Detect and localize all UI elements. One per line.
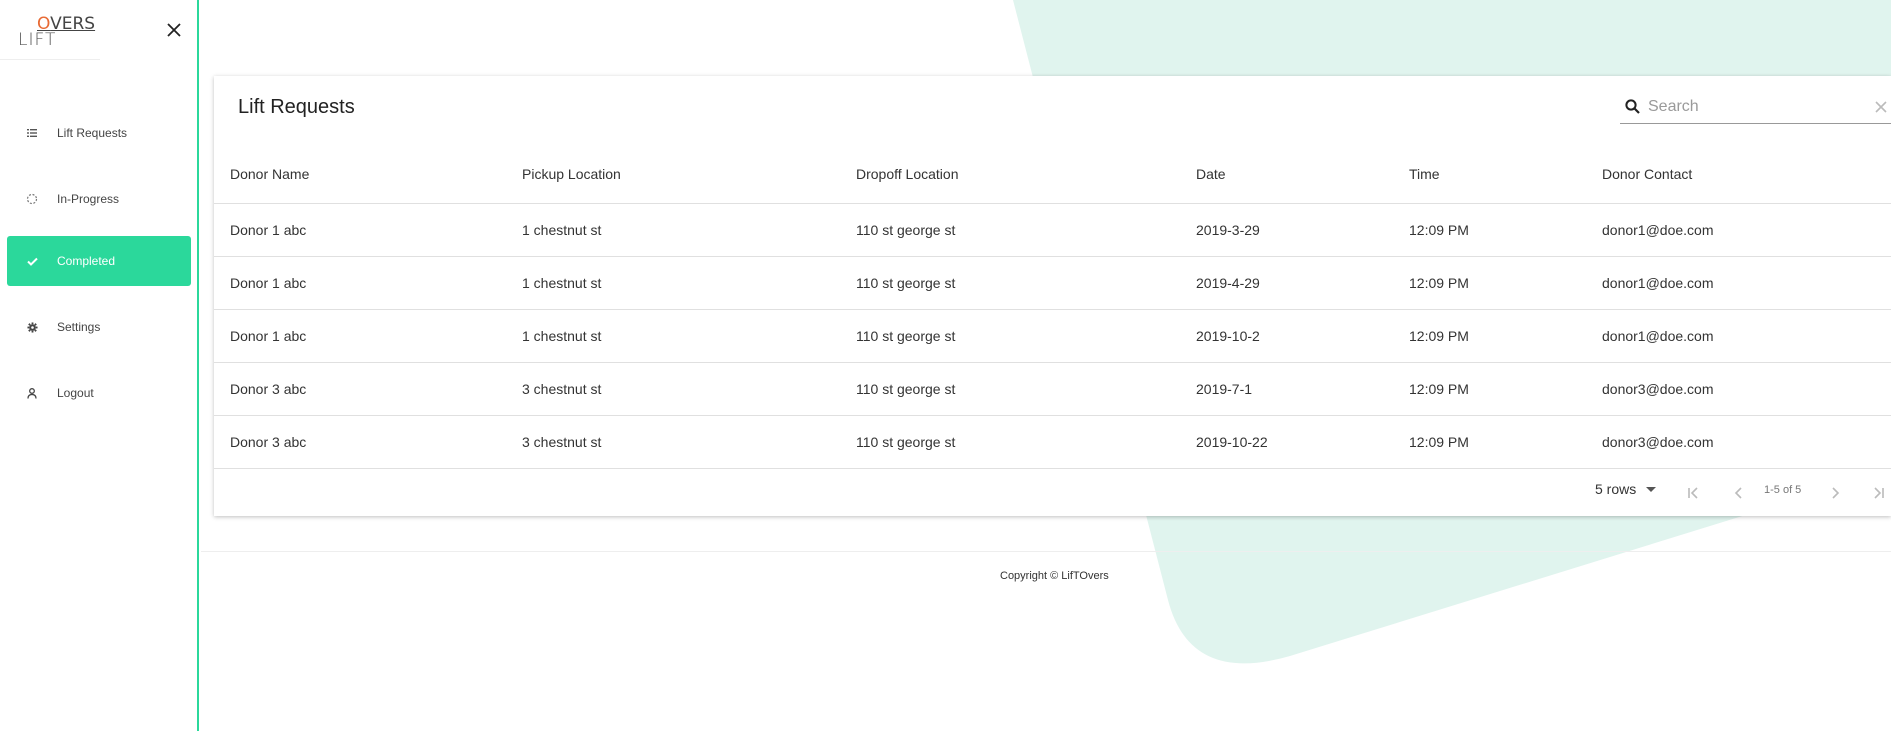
caret-down-icon [1646,486,1657,492]
cell-date: 2019-7-1 [1180,362,1393,416]
cell-time: 12:09 PM [1393,203,1586,257]
cell-donor-name: Donor 1 abc [214,203,506,257]
cell-donor-name: Donor 1 abc [214,256,506,310]
sidebar-item-settings[interactable]: Settings [7,302,191,352]
rows-per-page-select[interactable]: 5 rows [1595,481,1657,497]
cell-pickup-location: 3 chestnut st [506,362,840,416]
cell-donor-contact: donor1@doe.com [1586,309,1891,363]
gear-icon [25,320,39,334]
close-icon [167,23,181,37]
logo-o: O [37,14,51,34]
first-page-icon[interactable] [1683,483,1703,503]
sidebar-item-label: Completed [57,254,116,268]
sidebar-item-label: Settings [57,320,101,334]
next-page-icon[interactable] [1825,483,1845,503]
lift-requests-card: Lift Requests Donor Name Pickup Location… [214,76,1891,516]
clear-search-icon[interactable] [1872,98,1890,116]
sidebar-item-label: Lift Requests [57,126,128,140]
cell-pickup-location: 1 chestnut st [506,309,840,363]
page-range: 1-5 of 5 [1764,484,1802,496]
cell-date: 2019-4-29 [1180,256,1393,310]
page-title: Lift Requests [238,96,355,118]
cell-donor-name: Donor 3 abc [214,362,506,416]
cell-dropoff-location: 110 st george st [840,415,1180,469]
cell-date: 2019-10-22 [1180,415,1393,469]
column-header-time[interactable]: Time [1393,146,1586,204]
footer-divider [201,551,1891,552]
column-header-donor-contact[interactable]: Donor Contact [1586,146,1891,204]
cell-dropoff-location: 110 st george st [840,309,1180,363]
logo-suffix-text: VERS [50,14,96,34]
column-header-dropoff-location[interactable]: Dropoff Location [840,146,1180,204]
cell-date: 2019-3-29 [1180,203,1393,257]
cell-pickup-location: 1 chestnut st [506,203,840,257]
sidebar-item-in-progress[interactable]: In-Progress [7,174,191,224]
rows-per-page-value: 5 rows [1595,481,1637,497]
table-row[interactable]: Donor 1 abc 1 chestnut st 110 st george … [214,203,1891,257]
cell-dropoff-location: 110 st george st [840,203,1180,257]
cell-donor-contact: donor1@doe.com [1586,203,1891,257]
cell-date: 2019-10-2 [1180,309,1393,363]
sidebar-item-label: Logout [57,386,94,400]
list-icon [25,126,39,140]
cell-donor-contact: donor1@doe.com [1586,256,1891,310]
cell-dropoff-location: 110 st george st [840,256,1180,310]
last-page-icon[interactable] [1869,483,1889,503]
table-header-row: Donor Name Pickup Location Dropoff Locat… [214,146,1891,204]
cell-time: 12:09 PM [1393,309,1586,363]
search-icon [1625,99,1640,114]
cell-donor-contact: donor3@doe.com [1586,415,1891,469]
previous-page-icon[interactable] [1729,483,1749,503]
cell-donor-name: Donor 3 abc [214,415,506,469]
close-sidebar-button[interactable] [163,20,185,42]
sidebar: LIFT OVERS Lift Requests In-Progress Com… [0,0,199,731]
table-row[interactable]: Donor 1 abc 1 chestnut st 110 st george … [214,309,1891,363]
logo: LIFT OVERS [0,0,100,60]
cell-donor-name: Donor 1 abc [214,309,506,363]
copyright-text: Copyright © LifTOvers [1000,570,1109,582]
pagination: 5 rows 1-5 of 5 [214,471,1891,516]
search-field [1620,90,1891,124]
logo-suffix: OVERS [37,14,95,34]
cell-time: 12:09 PM [1393,362,1586,416]
spinner-icon [25,192,39,206]
cell-dropoff-location: 110 st george st [840,362,1180,416]
cell-pickup-location: 3 chestnut st [506,415,840,469]
table-row[interactable]: Donor 3 abc 3 chestnut st 110 st george … [214,415,1891,469]
column-header-pickup-location[interactable]: Pickup Location [506,146,840,204]
check-icon [25,254,39,268]
search-input[interactable] [1648,96,1848,118]
sidebar-item-label: In-Progress [57,192,120,206]
column-header-date[interactable]: Date [1180,146,1393,204]
user-icon [25,386,39,400]
cell-time: 12:09 PM [1393,256,1586,310]
sidebar-item-logout[interactable]: Logout [7,368,191,418]
sidebar-item-completed[interactable]: Completed [7,236,191,286]
table-row[interactable]: Donor 1 abc 1 chestnut st 110 st george … [214,256,1891,310]
sidebar-item-lift-requests[interactable]: Lift Requests [7,108,191,158]
cell-time: 12:09 PM [1393,415,1586,469]
table-row[interactable]: Donor 3 abc 3 chestnut st 110 st george … [214,362,1891,416]
cell-pickup-location: 1 chestnut st [506,256,840,310]
column-header-donor-name[interactable]: Donor Name [214,146,506,204]
lift-requests-table: Donor Name Pickup Location Dropoff Locat… [214,146,1891,469]
cell-donor-contact: donor3@doe.com [1586,362,1891,416]
